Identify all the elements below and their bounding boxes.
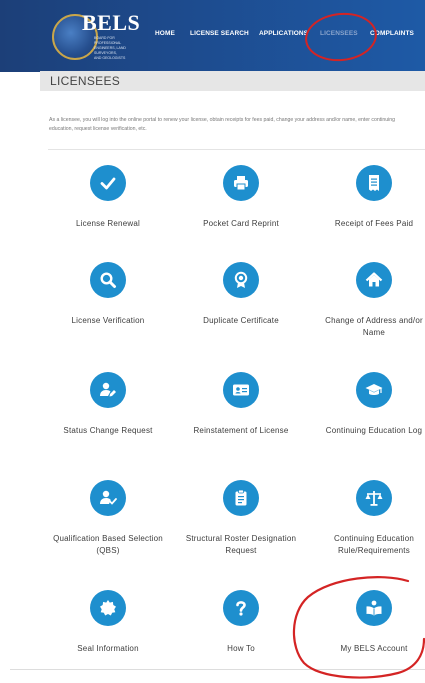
logo-subtitle-line: and Geologists <box>94 56 126 60</box>
id-card-icon <box>223 372 259 408</box>
red-annotation-circle <box>302 9 380 65</box>
checkmark-icon <box>90 165 126 201</box>
tile-structural-roster-designation[interactable]: Structural Roster Designation Request <box>181 480 301 570</box>
tile-qualification-based-selection[interactable]: Qualification Based Selection (QBS) <box>48 480 168 570</box>
tile-label: Reinstatement of License <box>193 426 289 435</box>
tile-duplicate-certificate[interactable]: Duplicate Certificate <box>181 262 301 352</box>
clipboard-icon <box>223 480 259 516</box>
site-header: BELS Board for Professional Engineers, L… <box>0 0 425 72</box>
nav-home[interactable]: HOME <box>155 30 175 37</box>
divider <box>48 149 425 150</box>
tile-reinstatement-of-license[interactable]: Reinstatement of License <box>181 372 301 462</box>
tile-pocket-card-reprint[interactable]: Pocket Card Reprint <box>181 165 301 245</box>
nav-license-search[interactable]: LICENSE SEARCH <box>190 30 249 37</box>
seal-icon <box>90 590 126 626</box>
tile-label: Continuing Education Log <box>325 426 423 435</box>
tile-label: Change of Address and/or Name <box>325 316 423 337</box>
award-icon <box>223 262 259 298</box>
tile-seal-information[interactable]: Seal Information <box>48 590 168 660</box>
tile-label: License Renewal <box>76 219 140 228</box>
intro-text: As a licensee, you will log into the onl… <box>49 117 396 132</box>
tile-license-verification[interactable]: License Verification <box>48 262 168 352</box>
tile-label: Receipt of Fees Paid <box>334 219 414 228</box>
tile-label: Duplicate Certificate <box>203 316 279 325</box>
red-annotation-circle <box>292 576 425 679</box>
receipt-icon <box>356 165 392 201</box>
tile-label: How To <box>227 644 255 653</box>
tile-label: Pocket Card Reprint <box>203 219 279 228</box>
tile-label: Continuing Education Rule/Requirements <box>333 534 415 555</box>
tile-continuing-education-rules[interactable]: Continuing Education Rule/Requirements <box>314 480 425 570</box>
tile-receipt-of-fees-paid[interactable]: Receipt of Fees Paid <box>314 165 425 245</box>
tile-continuing-education-log[interactable]: Continuing Education Log <box>314 372 425 462</box>
tile-change-of-address[interactable]: Change of Address and/or Name <box>314 262 425 352</box>
tile-license-renewal[interactable]: License Renewal <box>48 165 168 245</box>
tile-label: Seal Information <box>77 644 139 653</box>
balance-scale-icon <box>356 480 392 516</box>
home-icon <box>356 262 392 298</box>
user-edit-icon <box>90 372 126 408</box>
graduation-cap-icon <box>356 372 392 408</box>
tile-status-change-request[interactable]: Status Change Request <box>48 372 168 462</box>
tile-label: Structural Roster Designation Request <box>185 534 297 555</box>
printer-icon <box>223 165 259 201</box>
nav-applications[interactable]: APPLICATIONS <box>259 30 308 37</box>
logo-subtitle-line: Engineers, Land Surveyors, <box>94 46 126 55</box>
tile-how-to[interactable]: How To <box>181 590 301 660</box>
tile-label: License Verification <box>71 316 145 325</box>
page-title-bar: LICENSEES <box>40 71 425 91</box>
page-title: LICENSEES <box>50 74 121 88</box>
tile-label: Status Change Request <box>63 426 153 435</box>
user-check-icon <box>90 480 126 516</box>
tile-label: Qualification Based Selection (QBS) <box>53 534 163 555</box>
question-icon <box>223 590 259 626</box>
search-icon <box>90 262 126 298</box>
